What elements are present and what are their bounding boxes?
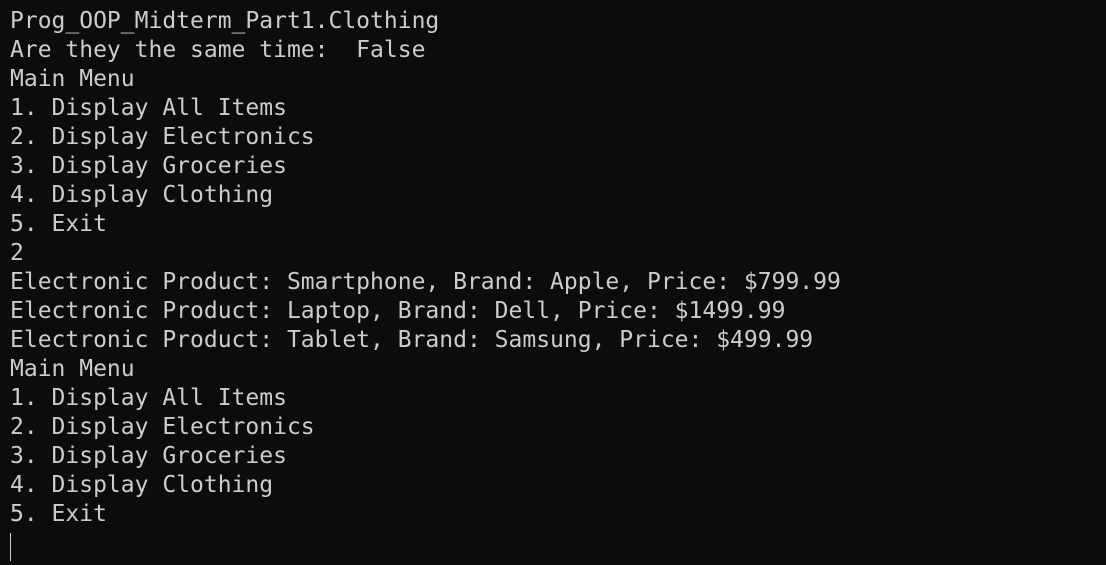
menu-option-display-groceries: 3. Display Groceries	[10, 443, 287, 469]
input-prompt-line[interactable]	[10, 529, 1106, 561]
text-cursor	[10, 533, 11, 561]
menu-option-display-all: 1. Display All Items	[10, 95, 287, 121]
output-product-tablet: Electronic Product: Tablet, Brand: Samsu…	[10, 327, 814, 353]
console-window[interactable]: Prog_OOP_Midterm_Part1.Clothing Are they…	[0, 0, 1106, 565]
menu-title: Main Menu	[10, 66, 135, 92]
user-input-echo: 2	[10, 240, 24, 266]
menu-option-exit: 5. Exit	[10, 211, 107, 237]
output-product-laptop: Electronic Product: Laptop, Brand: Dell,…	[10, 298, 786, 324]
menu-option-exit: 5. Exit	[10, 501, 107, 527]
menu-option-display-groceries: 3. Display Groceries	[10, 153, 287, 179]
output-type-name: Prog_OOP_Midterm_Part1.Clothing	[10, 8, 440, 34]
menu-option-display-all: 1. Display All Items	[10, 385, 287, 411]
output-comparison-result: Are they the same time: False	[10, 37, 426, 63]
menu-option-display-electronics: 2. Display Electronics	[10, 124, 315, 150]
output-product-smartphone: Electronic Product: Smartphone, Brand: A…	[10, 269, 841, 295]
menu-option-display-clothing: 4. Display Clothing	[10, 472, 274, 498]
menu-option-display-electronics: 2. Display Electronics	[10, 414, 315, 440]
menu-title: Main Menu	[10, 356, 135, 382]
menu-option-display-clothing: 4. Display Clothing	[10, 182, 274, 208]
